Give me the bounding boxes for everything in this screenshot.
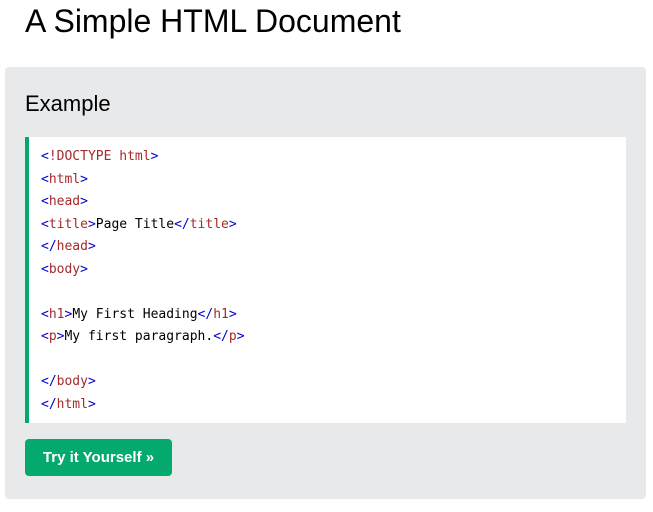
- try-it-yourself-button[interactable]: Try it Yourself »: [25, 439, 172, 476]
- code-token: </: [174, 216, 190, 232]
- example-panel: Example <!DOCTYPE html> <html> <head> <titl…: [5, 67, 646, 499]
- code-line: </head>: [41, 236, 626, 259]
- code-line: <h1>My First Heading</h1>: [41, 304, 626, 327]
- code-token: title: [189, 216, 229, 232]
- code-token: >: [87, 374, 96, 389]
- code-token: >: [80, 194, 88, 209]
- code-token: </: [213, 329, 229, 344]
- code-token: Page Title: [95, 216, 175, 232]
- code-line: <!DOCTYPE html>: [41, 146, 626, 169]
- code-line: <body>: [41, 259, 626, 282]
- code-token: </: [197, 306, 214, 322]
- code-token: h1: [48, 306, 65, 322]
- code-token: html: [56, 396, 88, 412]
- code-token: >: [87, 216, 96, 232]
- code-token: <: [41, 194, 49, 209]
- code-token: head: [48, 194, 81, 209]
- code-token: My First Heading: [72, 306, 198, 322]
- code-token: <: [41, 171, 49, 187]
- code-token: h1: [213, 306, 229, 322]
- code-token: </: [41, 239, 57, 254]
- example-heading: Example: [25, 91, 111, 116]
- code-token: body: [48, 261, 81, 277]
- code-token: p: [228, 329, 237, 344]
- code-token: <: [41, 306, 49, 322]
- code-line: </body>: [41, 371, 626, 394]
- page-title: A Simple HTML Document: [25, 3, 401, 39]
- code-token: >: [80, 171, 88, 187]
- code-line: <p>My first paragraph.</p>: [41, 326, 626, 349]
- code-token: <: [41, 261, 49, 277]
- code-token: <: [41, 329, 49, 344]
- code-token: >: [87, 239, 96, 254]
- code-token: body: [56, 374, 88, 389]
- code-block: <!DOCTYPE html> <html> <head> <title>Page T…: [25, 137, 626, 423]
- code-token: !DOCTYPE: [48, 149, 112, 164]
- code-token: html: [111, 149, 151, 164]
- code-token: >: [228, 306, 237, 322]
- code-line: </html>: [41, 394, 626, 417]
- code-token: head: [56, 239, 88, 254]
- code-token: html: [48, 171, 81, 187]
- code-line: <html>: [41, 169, 626, 192]
- code-token: My first paragraph.: [64, 329, 214, 344]
- code-token: </: [41, 396, 57, 412]
- code-line: <head>: [41, 191, 626, 214]
- code-token: >: [228, 216, 237, 232]
- code-token: >: [80, 261, 88, 277]
- code-line: <title>Page Title</title>: [41, 214, 626, 237]
- code-token: p: [48, 329, 57, 344]
- code-token: title: [48, 216, 88, 232]
- code-token: >: [87, 396, 96, 412]
- code-token: <: [41, 149, 49, 164]
- code-token: <: [41, 216, 49, 232]
- code-token: </: [41, 374, 57, 389]
- code-token: >: [150, 149, 159, 164]
- code-token: >: [236, 329, 245, 344]
